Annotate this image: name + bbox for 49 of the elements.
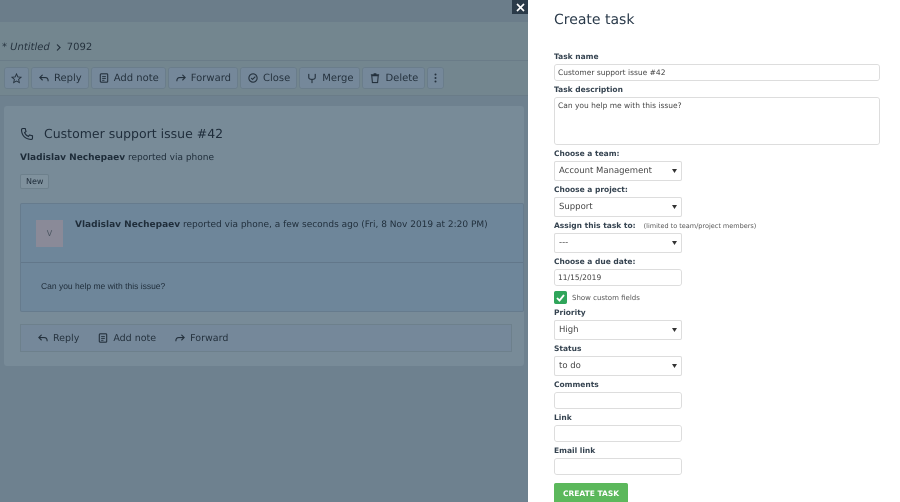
panel-title: Create task <box>554 12 636 28</box>
caret-icon <box>672 205 677 209</box>
check-circle-icon <box>247 72 259 84</box>
toolbar-button[interactable]: Add note <box>90 67 166 89</box>
toolbar-button[interactable]: Merge <box>299 67 360 89</box>
ticket-title: Customer support issue #42 <box>44 126 224 141</box>
breadcrumb-item[interactable]: * Untitled <box>2 42 50 52</box>
phone-icon <box>20 126 34 140</box>
toolbar-button[interactable]: Forward <box>168 67 238 89</box>
status-tag: New <box>20 174 50 189</box>
caret-icon <box>672 328 677 332</box>
chevron-icon <box>56 44 61 50</box>
dropdown[interactable]: --- <box>554 233 682 253</box>
dropdown[interactable]: Support <box>554 197 682 217</box>
more-icon <box>434 73 438 83</box>
caret-icon <box>672 364 677 368</box>
close-button[interactable] <box>512 0 528 14</box>
text-field[interactable] <box>554 392 682 409</box>
more-button[interactable] <box>427 67 444 89</box>
avatar: V <box>36 220 63 247</box>
dropdown[interactable]: Account Management <box>554 161 682 181</box>
breadcrumb-item[interactable]: 7092 <box>66 42 92 52</box>
reporter-line: Vladislav Nechepaev reported via phone <box>20 153 215 163</box>
star-button[interactable] <box>4 67 29 89</box>
caret-icon <box>672 169 677 173</box>
reply-icon <box>38 72 50 84</box>
action-button[interactable]: Reply <box>29 329 88 347</box>
reply-icon <box>37 332 49 344</box>
checkbox[interactable] <box>554 291 567 304</box>
text-field[interactable] <box>554 458 682 475</box>
merge-icon <box>306 72 318 84</box>
text-field[interactable] <box>554 425 682 442</box>
action-button[interactable]: Add note <box>89 329 164 347</box>
caret-icon <box>672 241 677 245</box>
trash-icon <box>369 72 382 84</box>
message-body: Can you help me with this issue? <box>40 280 166 293</box>
star-icon <box>11 72 22 84</box>
note-icon <box>97 332 110 344</box>
dropdown[interactable]: High <box>554 320 682 340</box>
toolbar-button[interactable]: Delete <box>362 67 426 89</box>
toolbar-button[interactable]: Reply <box>31 67 89 89</box>
note-icon <box>98 72 110 84</box>
close-icon <box>516 2 524 12</box>
message-meta: Vladislav Nechepaev reported via phone, a few seconds ago (Fri, 8 Nov 2019 at 2:20 PM) <box>75 220 488 232</box>
forward-icon <box>174 332 186 344</box>
dropdown[interactable]: to do <box>554 356 682 376</box>
action-button[interactable]: Forward <box>166 329 236 347</box>
forward-icon <box>174 72 187 84</box>
toolbar-button[interactable]: Close <box>240 67 298 89</box>
